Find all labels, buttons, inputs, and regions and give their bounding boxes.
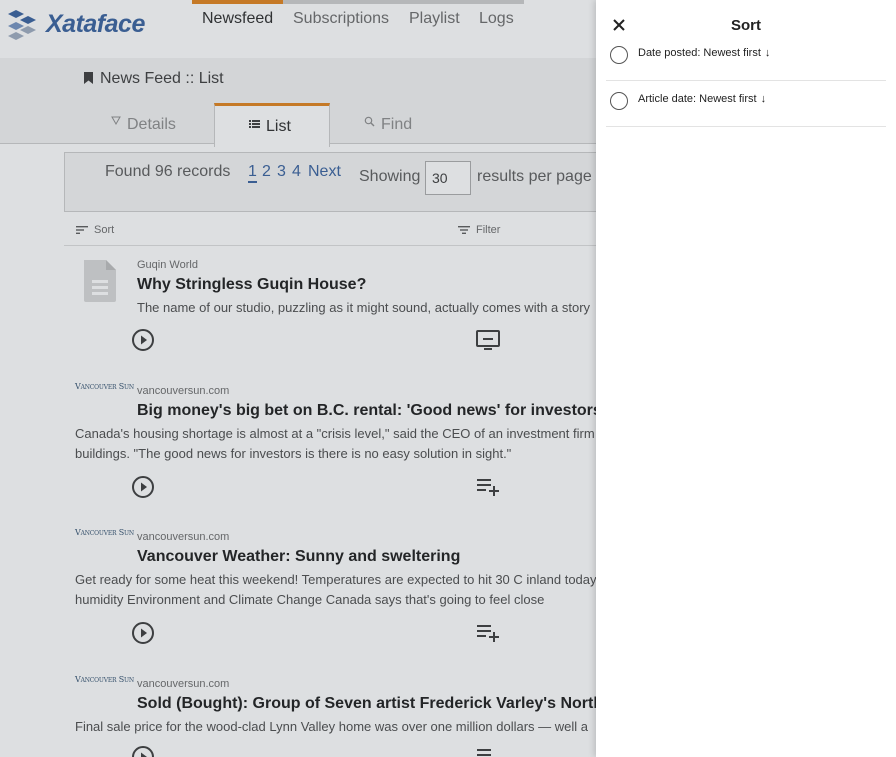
arrow-down-icon: ↓ <box>760 93 767 105</box>
sort-option-text: Article date: Newest first <box>638 93 757 105</box>
sort-option-article-date[interactable]: Article date: Newest first ↓ <box>606 80 886 127</box>
sort-option-label: Article date: Newest first ↓ <box>638 93 766 105</box>
sort-panel: Sort Date posted: Newest first ↓ Article … <box>596 0 896 757</box>
sort-option-text: Date posted: Newest first <box>638 47 761 59</box>
arrow-down-icon: ↓ <box>764 47 771 59</box>
radio-button[interactable] <box>610 46 628 64</box>
radio-button[interactable] <box>610 92 628 110</box>
sort-option-label: Date posted: Newest first ↓ <box>638 47 770 59</box>
sort-option-date-posted[interactable]: Date posted: Newest first ↓ <box>606 34 886 81</box>
app-background: Xataface Newsfeed Subscriptions Playlist… <box>0 0 896 757</box>
sort-panel-title: Sort <box>731 17 761 34</box>
